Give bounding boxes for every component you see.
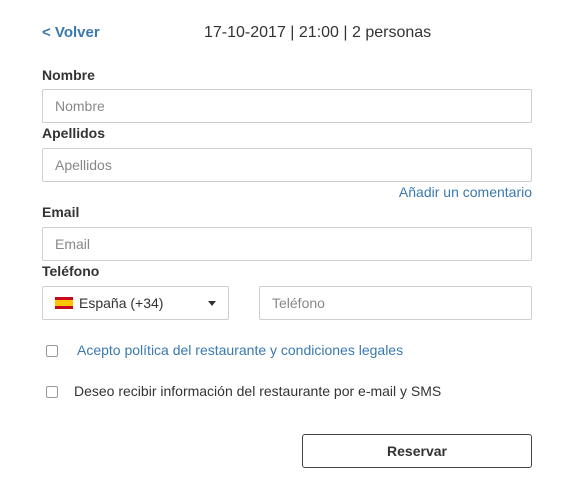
newsletter-checkbox[interactable] (46, 386, 58, 398)
telefono-input[interactable] (259, 286, 532, 320)
nombre-input[interactable] (42, 89, 532, 123)
apellidos-input[interactable] (42, 148, 532, 182)
email-input[interactable] (42, 227, 532, 261)
spain-flag-icon (55, 297, 73, 309)
newsletter-label: Deseo recibir información del restaurant… (74, 383, 442, 399)
apellidos-label: Apellidos (42, 125, 106, 141)
booking-summary: 17-10-2017 | 21:00 | 2 personas (204, 24, 432, 41)
telefono-label: Teléfono (42, 263, 100, 279)
caret-down-icon (208, 300, 216, 306)
policy-label[interactable]: Acepto política del restaurante y condic… (77, 342, 403, 358)
policy-checkbox[interactable] (46, 345, 58, 357)
nombre-label: Nombre (42, 67, 95, 83)
reservar-button[interactable]: Reservar (302, 434, 532, 468)
email-label: Email (42, 204, 80, 220)
add-comment-link[interactable]: Añadir un comentario (399, 184, 532, 200)
country-code-value: España (+34) (79, 295, 164, 311)
country-code-select[interactable]: España (+34) (42, 286, 229, 320)
back-link[interactable]: < Volver (42, 24, 100, 41)
